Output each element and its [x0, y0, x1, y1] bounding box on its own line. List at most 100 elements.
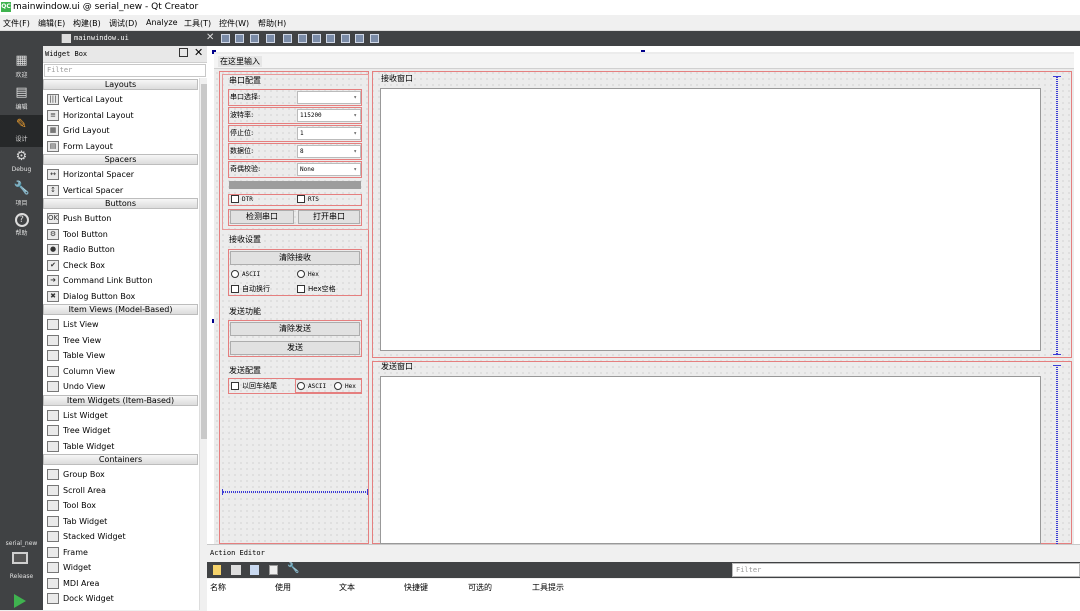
parity-combo[interactable]: None ▾ — [297, 163, 361, 176]
horizontal-spacer[interactable] — [222, 489, 368, 495]
paste-action-icon[interactable] — [250, 565, 259, 575]
mode-design[interactable]: ✎ 设计 — [0, 115, 43, 147]
type-here-placeholder[interactable]: 在这里输入 — [218, 56, 262, 67]
widget-item-dock-widget[interactable]: Dock Widget — [43, 591, 198, 606]
widget-item-tree-view[interactable]: Tree View — [43, 333, 198, 348]
widget-item-tool-button[interactable]: ⚙ Tool Button — [43, 227, 198, 242]
category-containers[interactable]: Containers — [43, 454, 198, 465]
menu-widgets[interactable]: 控件(W) — [219, 18, 249, 29]
widget-item-undo-view[interactable]: Undo View — [43, 379, 198, 394]
column-used[interactable]: 使用 — [275, 582, 291, 593]
widget-item-mdi-area[interactable]: MDI Area — [43, 576, 198, 591]
menu-edit[interactable]: 编辑(E) — [38, 18, 65, 29]
dtr-checkbox[interactable] — [231, 195, 239, 203]
stopbits-combo[interactable]: 1 ▾ — [297, 127, 361, 140]
column-shortcut[interactable]: 快捷键 — [404, 582, 428, 593]
edit-widgets-icon[interactable] — [221, 34, 230, 43]
close-document-icon[interactable]: ✕ — [206, 32, 214, 43]
category-spacers[interactable]: Spacers — [43, 154, 198, 165]
recv-text-area[interactable] — [380, 88, 1041, 351]
vertical-spacer-top[interactable] — [1053, 76, 1061, 355]
widget-item-check-box[interactable]: ✔ Check Box — [43, 258, 198, 273]
send-hex-radio[interactable] — [334, 382, 342, 390]
mode-projects[interactable]: 🔧 项目 — [0, 179, 43, 211]
widget-item-table-view[interactable]: Table View — [43, 348, 198, 363]
widget-item-push-button[interactable]: OK Push Button — [43, 211, 198, 226]
widget-item-column-view[interactable]: Column View — [43, 364, 198, 379]
layout-horizontal-icon[interactable] — [283, 34, 292, 43]
mode-welcome[interactable]: ▦ 欢迎 — [0, 51, 43, 83]
column-checkable[interactable]: 可选的 — [468, 582, 492, 593]
action-filter-input[interactable]: Filter — [732, 563, 1080, 577]
widget-item-command-link-button[interactable]: ➜ Command Link Button — [43, 273, 198, 288]
rts-checkbox[interactable] — [297, 195, 305, 203]
widget-item-vertical-spacer[interactable]: ↕ Vertical Spacer — [43, 183, 198, 198]
wrench-icon[interactable]: 🔧 — [287, 563, 299, 574]
category-buttons[interactable]: Buttons — [43, 198, 198, 209]
monitor-icon[interactable] — [12, 552, 28, 564]
break-layout-icon[interactable] — [370, 34, 379, 43]
layout-grid-icon[interactable] — [341, 34, 350, 43]
column-name[interactable]: 名称 — [210, 582, 226, 593]
send-text-area[interactable] — [380, 376, 1041, 544]
send-ascii-radio[interactable] — [297, 382, 305, 390]
widget-item-group-box[interactable]: Group Box — [43, 467, 198, 482]
edit-buddies-icon[interactable] — [250, 34, 259, 43]
mode-debug[interactable]: ⚙ Debug — [0, 147, 43, 179]
widget-box-scrollbar[interactable] — [199, 78, 207, 610]
widget-item-list-view[interactable]: List View — [43, 317, 198, 332]
send-button[interactable]: 发送 — [230, 341, 360, 355]
widget-item-grid-layout[interactable]: ▦ Grid Layout — [43, 123, 198, 138]
layout-vertical-icon[interactable] — [298, 34, 307, 43]
category-item-views-model-based[interactable]: Item Views (Model-Based) — [43, 304, 198, 315]
column-text[interactable]: 文本 — [339, 582, 355, 593]
widget-item-horizontal-spacer[interactable]: ↔ Horizontal Spacer — [43, 167, 198, 182]
enter-end-checkbox[interactable] — [231, 382, 239, 390]
category-layouts[interactable]: Layouts — [43, 79, 198, 90]
widget-item-tree-widget[interactable]: Tree Widget — [43, 423, 198, 438]
column-tooltip[interactable]: 工具提示 — [532, 582, 564, 593]
recv-hex-radio[interactable] — [297, 270, 305, 278]
widget-item-scroll-area[interactable]: Scroll Area — [43, 483, 198, 498]
port-combo[interactable]: ▾ — [297, 91, 361, 104]
detect-port-button[interactable]: 检测串口 — [230, 210, 294, 224]
clear-send-button[interactable]: 清除发送 — [230, 322, 360, 336]
widget-item-tool-box[interactable]: Tool Box — [43, 498, 198, 513]
category-item-widgets-item-based[interactable]: Item Widgets (Item-Based) — [43, 394, 198, 406]
edit-signals-icon[interactable] — [235, 34, 244, 43]
menu-debug[interactable]: 调试(D) — [109, 18, 137, 29]
widget-item-radio-button[interactable]: ● Radio Button — [43, 242, 198, 257]
hex-space-checkbox[interactable] — [297, 285, 305, 293]
recv-ascii-radio[interactable] — [231, 270, 239, 278]
widget-item-table-widget[interactable]: Table Widget — [43, 439, 198, 454]
widget-item-list-widget[interactable]: List Widget — [43, 408, 198, 423]
menu-help[interactable]: 帮助(H) — [258, 18, 286, 29]
widget-item-horizontal-layout[interactable]: ≡ Horizontal Layout — [43, 108, 198, 123]
auto-wrap-checkbox[interactable] — [231, 285, 239, 293]
run-icon[interactable] — [14, 594, 26, 608]
widget-item-stacked-widget[interactable]: Stacked Widget — [43, 529, 198, 544]
mode-edit[interactable]: ▤ 编辑 — [0, 83, 43, 115]
layout-splitter-v-icon[interactable] — [326, 34, 335, 43]
copy-action-icon[interactable] — [231, 565, 241, 575]
delete-action-icon[interactable] — [269, 565, 278, 575]
menu-analyze[interactable]: Analyze — [146, 18, 178, 27]
menu-build[interactable]: 构建(B) — [73, 18, 101, 29]
layout-form-icon[interactable] — [355, 34, 364, 43]
widget-item-widget[interactable]: Widget — [43, 560, 198, 575]
editor-tab-filename[interactable]: mainwindow.ui — [74, 34, 129, 42]
edit-tab-order-icon[interactable] — [266, 34, 275, 43]
widget-item-dialog-button-box[interactable]: ✖ Dialog Button Box — [43, 289, 198, 304]
baud-combo[interactable]: 115200 ▾ — [297, 109, 361, 122]
close-panel-icon[interactable]: ✕ — [194, 46, 203, 59]
menu-tools[interactable]: 工具(T) — [184, 18, 211, 29]
vertical-spacer-bottom[interactable] — [1053, 365, 1061, 544]
widget-item-vertical-layout[interactable]: ||| Vertical Layout — [43, 92, 198, 107]
menu-file[interactable]: 文件(F) — [3, 18, 30, 29]
widget-item-frame[interactable]: Frame — [43, 545, 198, 560]
widget-item-form-layout[interactable]: ▤ Form Layout — [43, 139, 198, 154]
databits-combo[interactable]: 8 ▾ — [297, 145, 361, 158]
clear-recv-button[interactable]: 清除接收 — [230, 251, 360, 265]
open-port-button[interactable]: 打开串口 — [298, 210, 360, 224]
widget-box-filter[interactable]: Filter — [44, 64, 206, 77]
